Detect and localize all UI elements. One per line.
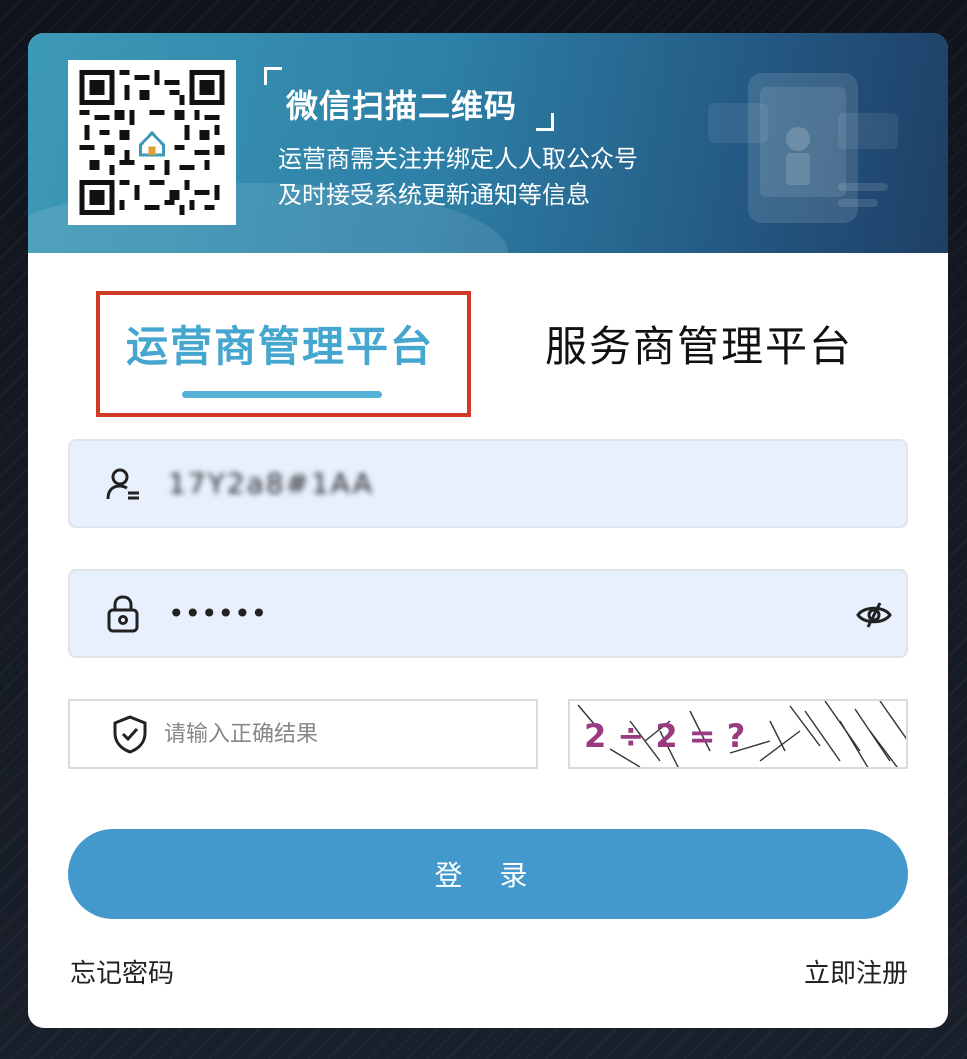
tab-service-provider-platform[interactable]: 服务商管理平台 — [545, 313, 853, 374]
lock-icon — [106, 594, 166, 634]
wechat-banner: 微信扫描二维码 运营商需关注并绑定人人取公众号 及时接受系统更新通知等信息 — [28, 33, 948, 253]
captcha-image[interactable]: 2 ÷ 2 = ? — [568, 699, 908, 769]
bracket-top-left — [264, 67, 282, 85]
banner-title: 微信扫描二维码 — [286, 87, 518, 125]
banner-description: 运营商需关注并绑定人人取公众号 及时接受系统更新通知等信息 — [278, 141, 638, 213]
captcha-field[interactable] — [68, 699, 538, 769]
tab-highlight-annotation — [96, 291, 471, 417]
username-field[interactable]: 17Y2a8#1AA — [68, 439, 908, 528]
qr-code — [68, 60, 236, 225]
register-link[interactable]: 立即注册 — [804, 953, 908, 990]
password-field[interactable]: •••••• — [68, 569, 908, 658]
qr-code-icon — [79, 70, 225, 215]
captcha-text: 2 ÷ 2 = ? — [584, 717, 745, 755]
bracket-bottom-right — [536, 113, 554, 131]
user-icon — [106, 464, 166, 504]
forgot-password-link[interactable]: 忘记密码 — [70, 953, 174, 990]
banner-desc-line1: 运营商需关注并绑定人人取公众号 — [278, 145, 638, 173]
password-value: •••••• — [168, 597, 268, 630]
captcha-input[interactable] — [164, 721, 524, 747]
username-value: 17Y2a8#1AA — [168, 467, 374, 500]
login-card: 微信扫描二维码 运营商需关注并绑定人人取公众号 及时接受系统更新通知等信息 运营… — [28, 33, 948, 1028]
phone-illustration-icon — [708, 73, 898, 223]
shield-check-icon — [113, 715, 147, 754]
captcha-noise: 2 ÷ 2 = ? — [577, 701, 906, 767]
login-button[interactable]: 登 录 — [68, 829, 908, 919]
eye-toggle-icon[interactable] — [856, 597, 892, 633]
banner-desc-line2: 及时接受系统更新通知等信息 — [278, 181, 590, 209]
